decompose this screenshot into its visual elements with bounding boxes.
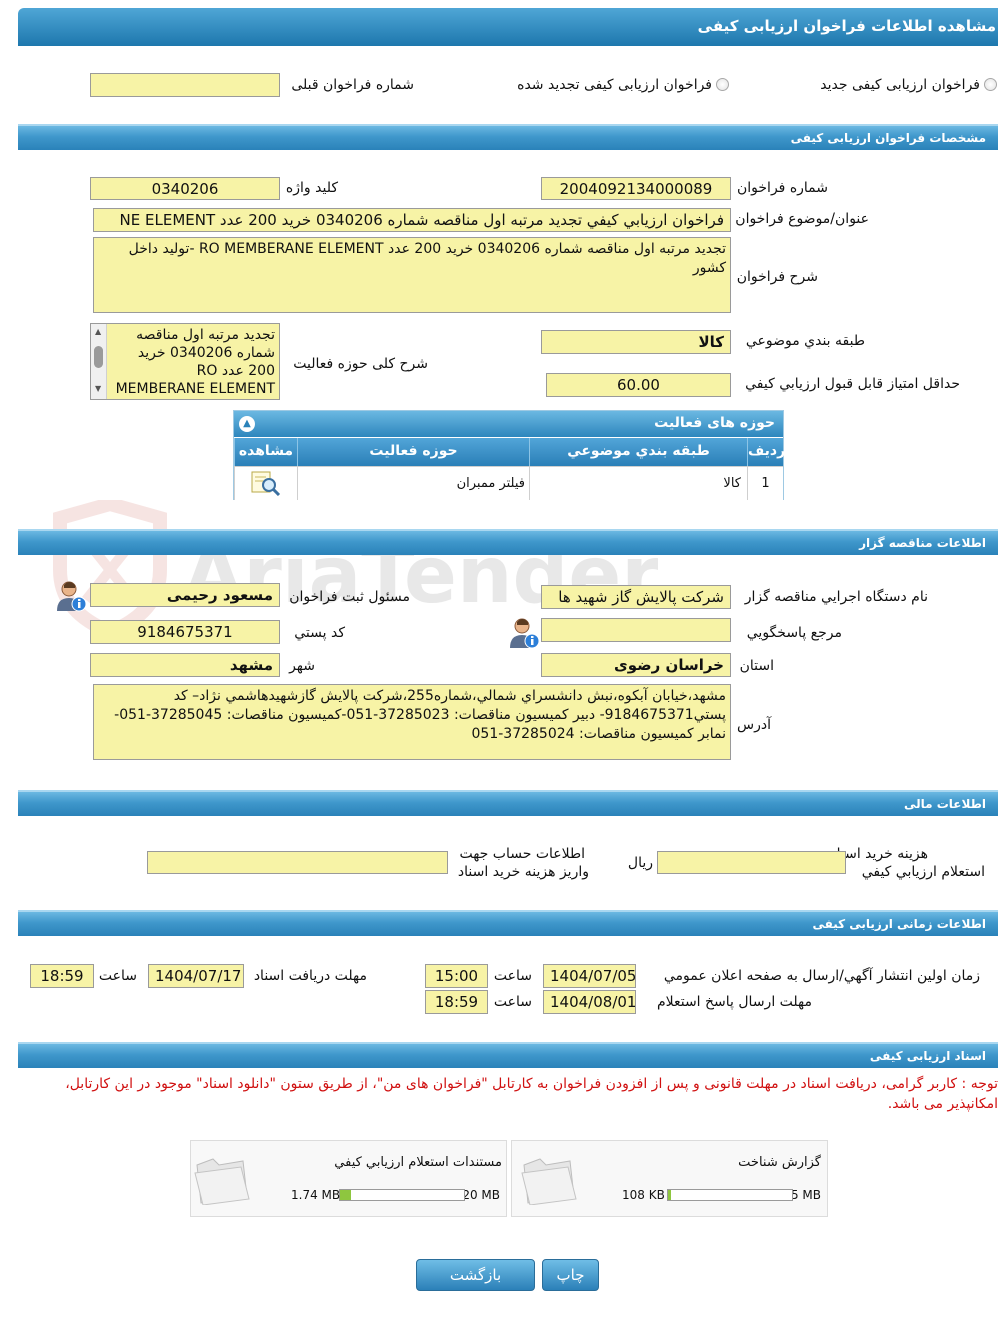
- col-index[interactable]: رديف: [747, 438, 785, 466]
- account-label-1: اطلاعات حساب جهت: [459, 846, 585, 862]
- prev-number-label: شماره فراخوان قبلی: [291, 77, 414, 93]
- doc-title: گزارش شناخت: [738, 1155, 821, 1170]
- province-field[interactable]: خراسان رضوی: [541, 653, 731, 677]
- subject-field[interactable]: فراخوان ارزيابي كيفي تجديد مرتبه اول منا…: [93, 208, 731, 232]
- radio-renewed[interactable]: [716, 78, 729, 91]
- doc-progress-fill: [668, 1190, 671, 1200]
- description-label: شرح فراخوان: [736, 269, 818, 285]
- page-title: مشاهده اطلاعات فراخوان ارزيابی کيفی: [18, 8, 998, 46]
- min-score-label: حداقل امتياز قابل قبول ارزيابي کيفي: [745, 376, 960, 392]
- receive-time-label: ساعت: [98, 968, 137, 984]
- activity-desc-field[interactable]: تجديد مرتبه اول مناقصه شماره 0340206 خري…: [90, 323, 280, 400]
- doc-progress-fill: [340, 1190, 351, 1200]
- publish-time-label: ساعت: [493, 968, 532, 984]
- activity-desc-scrollbar[interactable]: ▲ ▼: [91, 324, 107, 399]
- doc-size: 108 KB: [622, 1188, 665, 1202]
- publish-date-field[interactable]: 1404/07/05: [543, 964, 636, 988]
- doc-box-report[interactable]: گزارش شناخت 5 MB 108 KB: [511, 1140, 828, 1217]
- row-view-cell: [234, 467, 297, 500]
- col-activity[interactable]: حوزه فعاليت: [297, 438, 529, 466]
- doc-max: 20 MB: [462, 1188, 500, 1202]
- folder-icon: [521, 1158, 577, 1205]
- postal-field[interactable]: 9184675371: [90, 620, 280, 644]
- scroll-down-icon[interactable]: ▼: [95, 384, 101, 393]
- reply-label: مهلت ارسال پاسخ استعلام: [656, 994, 812, 1010]
- city-label: شهر: [289, 658, 315, 674]
- currency-label: ريال: [627, 855, 653, 871]
- account-label-2: واريز هزينه خريد اسناد: [457, 864, 589, 880]
- publish-time-field[interactable]: 15:00: [425, 964, 488, 988]
- keyword-field[interactable]: 0340206: [90, 177, 280, 200]
- doc-progress: [667, 1189, 793, 1201]
- description-field[interactable]: تجديد مرتبه اول مناقصه شماره 0340206 خري…: [93, 237, 731, 313]
- radio-new-label: فراخوان ارزيابی کيفی جديد: [820, 77, 980, 93]
- responsible-field[interactable]: مسعود رحيمی: [90, 583, 280, 607]
- cost-label-2: استعلام ارزيابي کيفي: [861, 864, 985, 880]
- col-view[interactable]: مشاهده: [234, 438, 297, 466]
- section-documents: اسناد ارزيابی کيفی: [18, 1042, 998, 1068]
- activity-desc-label: شرح کلی حوزه فعاليت: [293, 356, 428, 372]
- prev-number-field[interactable]: [90, 73, 280, 97]
- download-note: توجه : کاربر گرامی، دریافت اسناد در مهلت…: [65, 1076, 998, 1112]
- receive-date-field[interactable]: 1404/07/17: [148, 964, 244, 988]
- row-index: 1: [747, 467, 783, 500]
- table-row: 1 كالا فيلتر ممبران: [234, 466, 783, 500]
- postal-label: کد پستي: [294, 625, 345, 641]
- city-field[interactable]: مشهد: [90, 653, 280, 677]
- scroll-up-icon[interactable]: ▲: [95, 327, 101, 336]
- radio-renewed-label: فراخوان ارزيابی کيفی تجديد شده: [517, 77, 712, 93]
- category-label: طبقه بندي موضوعي: [745, 333, 865, 349]
- scroll-thumb[interactable]: [94, 346, 103, 368]
- col-category[interactable]: طبقه بندي موضوعي: [529, 438, 747, 466]
- doc-progress: [339, 1189, 465, 1201]
- activity-desc-text: تجديد مرتبه اول مناقصه شماره 0340206 خري…: [115, 327, 275, 397]
- radio-new[interactable]: [984, 78, 997, 91]
- account-field[interactable]: [147, 851, 448, 874]
- reference-field[interactable]: [541, 618, 731, 642]
- row-category: كالا: [529, 467, 747, 500]
- activity-grid-title: حوزه های فعاليت: [234, 411, 783, 437]
- province-label: استان: [739, 658, 774, 674]
- section-timing: اطلاعات زمانی ارزيابی کيفی: [18, 910, 998, 936]
- number-field[interactable]: 2004092134000089: [541, 177, 731, 200]
- org-label: نام دستگاه اجرايي مناقصه گزار: [744, 589, 928, 605]
- user-info-icon[interactable]: [54, 579, 88, 613]
- activity-grid: حوزه های فعاليت ▲ رديف طبقه بندي موضوعي …: [233, 410, 785, 500]
- doc-box-assessment[interactable]: مستندات استعلام ارزيابي کيفي 20 MB 1.74 …: [190, 1140, 507, 1217]
- section-organizer: اطلاعات مناقصه گزار: [18, 529, 998, 555]
- number-label: شماره فراخوان: [737, 180, 828, 196]
- keyword-label: کليد واژه: [285, 180, 338, 196]
- reference-user-icon[interactable]: [507, 616, 541, 650]
- reply-time-field[interactable]: 18:59: [425, 990, 488, 1014]
- responsible-label: مسئول ثبت فراخوان: [289, 589, 410, 605]
- address-field[interactable]: مشهد،خيابان آبكوه،نبش دانشسراي شمالي،شما…: [93, 684, 731, 760]
- receive-time-field[interactable]: 18:59: [30, 964, 94, 988]
- print-button[interactable]: چاپ: [542, 1259, 599, 1291]
- reference-label: مرجع پاسخگويي: [746, 625, 842, 641]
- row-activity: فيلتر ممبران: [297, 467, 529, 500]
- category-field[interactable]: كالا: [541, 330, 731, 354]
- view-magnifier-icon[interactable]: [250, 470, 282, 496]
- doc-max: 5 MB: [790, 1188, 821, 1202]
- doc-size: 1.74 MB: [291, 1188, 341, 1202]
- reply-time-label: ساعت: [493, 994, 532, 1010]
- address-label: آدرس: [737, 717, 771, 733]
- back-button[interactable]: بازگشت: [416, 1259, 535, 1291]
- collapse-icon[interactable]: ▲: [239, 416, 255, 432]
- folder-icon: [194, 1158, 250, 1205]
- cost-field[interactable]: [657, 851, 846, 874]
- subject-label: عنوان/موضوع فراخوان: [735, 211, 869, 227]
- org-field[interactable]: شرکت پالايش گاز شهيد ها: [541, 585, 731, 609]
- min-score-field[interactable]: 60.00: [546, 373, 731, 397]
- receive-label: مهلت دريافت اسناد: [253, 968, 367, 984]
- section-financial: اطلاعات مالی: [18, 790, 998, 816]
- doc-title: مستندات استعلام ارزيابي کيفي: [334, 1155, 502, 1170]
- reply-date-field[interactable]: 1404/08/01: [543, 990, 636, 1014]
- publish-label: زمان اولين انتشار آگهي/ارسال به صفحه اعل…: [663, 968, 980, 984]
- section-specs: مشخصات فراخوان ارزيابی کيفی: [18, 124, 998, 150]
